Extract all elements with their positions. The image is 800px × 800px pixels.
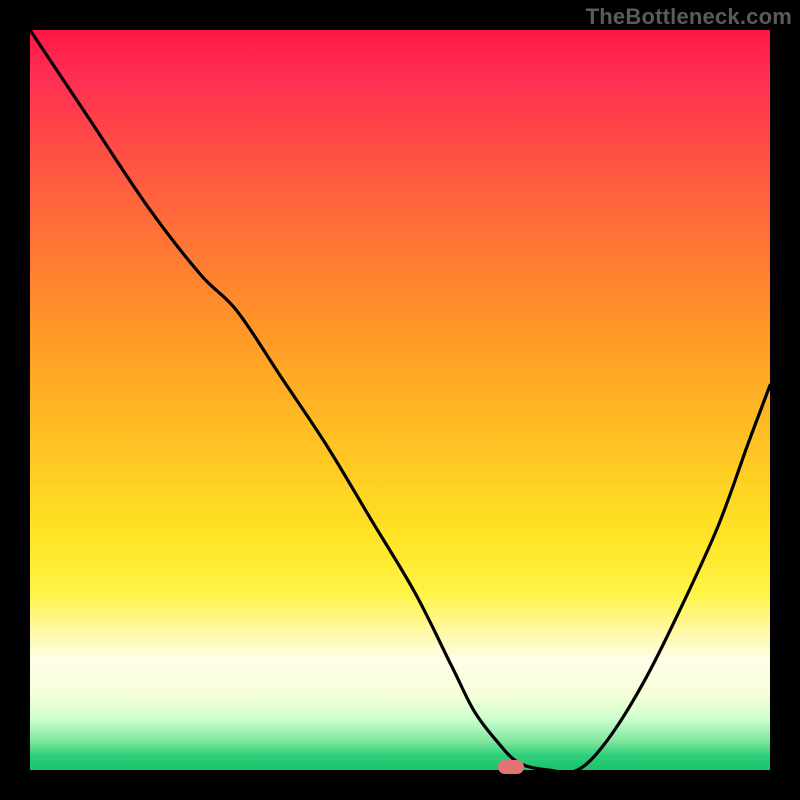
chart-frame: TheBottleneck.com bbox=[0, 0, 800, 800]
watermark-text: TheBottleneck.com bbox=[586, 4, 792, 30]
optimum-marker bbox=[498, 760, 524, 774]
curve-path bbox=[30, 30, 770, 770]
plot-area bbox=[30, 30, 770, 770]
bottleneck-curve bbox=[30, 30, 770, 770]
